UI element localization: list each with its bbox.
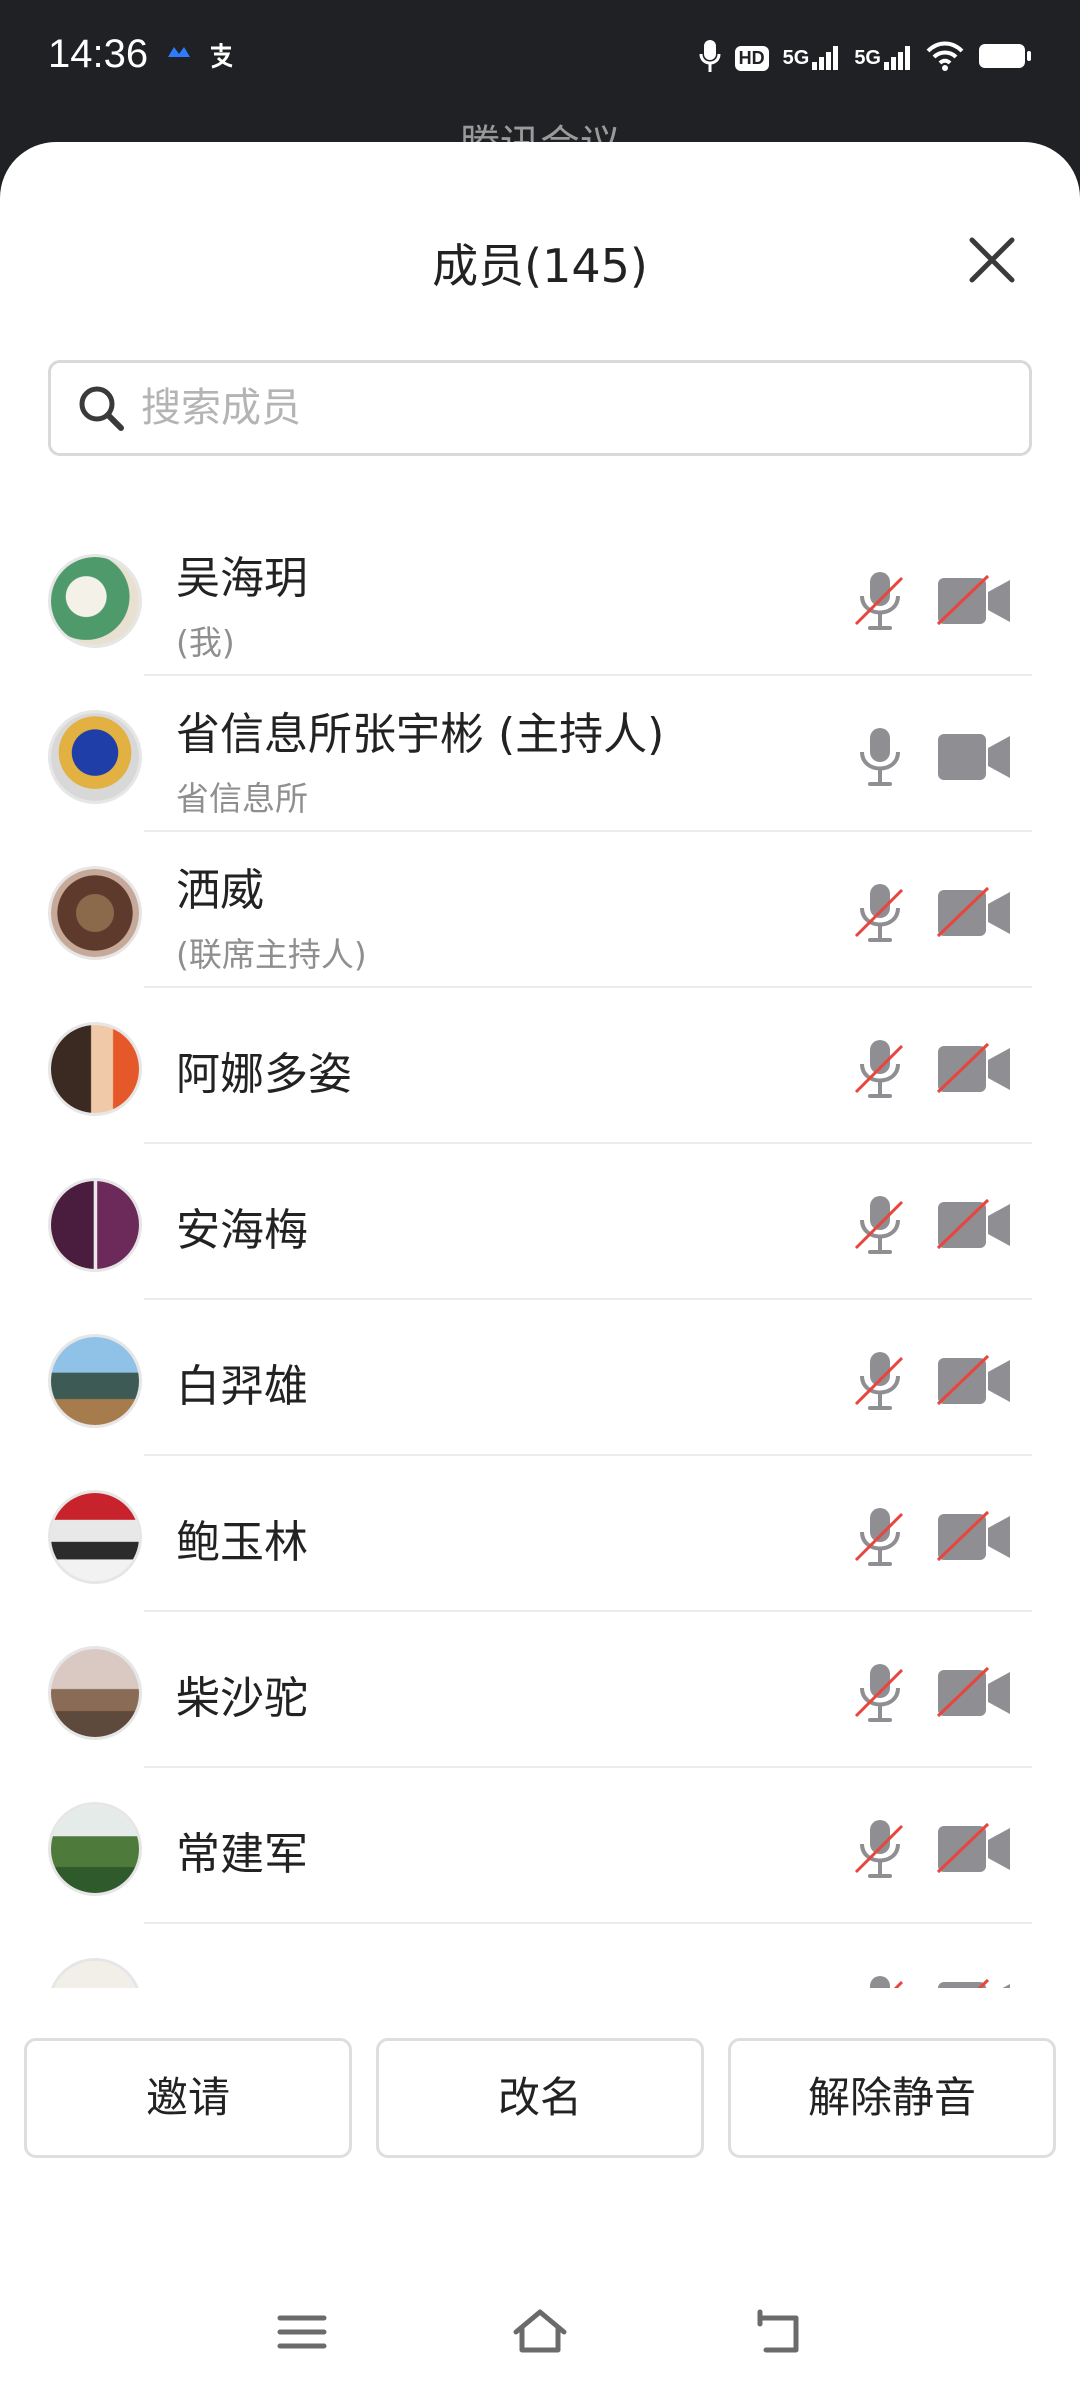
unmute-button[interactable]: 解除静音 bbox=[728, 2038, 1056, 2158]
avatar bbox=[48, 1646, 142, 1740]
5g-signal-icon: 5G bbox=[854, 46, 912, 70]
home-button[interactable] bbox=[508, 2302, 572, 2362]
mic-muted-icon[interactable] bbox=[852, 1348, 908, 1412]
member-name: 柴沙驼 bbox=[176, 1673, 308, 1724]
member-row[interactable]: 洒威 (联席主持人) bbox=[0, 832, 1080, 988]
camera-off-icon[interactable] bbox=[936, 1978, 1012, 1988]
wifi-icon bbox=[926, 41, 964, 75]
action-bar: 邀请 改名 解除静音 bbox=[0, 2038, 1080, 2158]
mic-muted-icon[interactable] bbox=[852, 568, 908, 632]
mic-muted-icon[interactable] bbox=[852, 880, 908, 944]
member-row[interactable]: 白羿雄 bbox=[0, 1300, 1080, 1456]
member-row[interactable]: 阿娜多姿 bbox=[0, 988, 1080, 1144]
camera-off-icon[interactable] bbox=[936, 1354, 1012, 1408]
camera-off-icon[interactable] bbox=[936, 1666, 1012, 1720]
member-row[interactable]: 常建军 bbox=[0, 1768, 1080, 1924]
invite-button[interactable]: 邀请 bbox=[24, 2038, 352, 2158]
camera-off-icon[interactable] bbox=[936, 886, 1012, 940]
hd-label: HD bbox=[734, 45, 769, 71]
search-box[interactable] bbox=[48, 360, 1032, 456]
sheet-title: 成员(145) bbox=[432, 239, 648, 293]
camera-off-icon[interactable] bbox=[936, 1822, 1012, 1876]
member-subtitle: 省信息所 bbox=[176, 779, 308, 818]
member-subtitle: (我) bbox=[176, 623, 235, 662]
system-nav-bar bbox=[0, 2280, 1080, 2400]
member-name: 阿娜多姿 bbox=[176, 1049, 352, 1100]
avatar bbox=[48, 866, 142, 960]
camera-off-icon[interactable] bbox=[936, 1198, 1012, 1252]
close-icon bbox=[969, 237, 1015, 283]
sim1-label: 5G bbox=[782, 47, 810, 69]
member-row[interactable]: 省信息所张宇彬 (主持人) 省信息所 bbox=[0, 676, 1080, 832]
member-name: 鲍玉林 bbox=[176, 1517, 308, 1568]
status-time: 14:36 bbox=[48, 32, 149, 76]
member-row[interactable]: 柴沙驼 bbox=[0, 1612, 1080, 1768]
rename-button[interactable]: 改名 bbox=[376, 2038, 704, 2158]
close-button[interactable] bbox=[962, 230, 1022, 290]
sim2-label: 5G bbox=[854, 47, 881, 69]
member-name: 常建军 bbox=[176, 1829, 308, 1880]
5g-signal-icon: 5G bbox=[783, 46, 841, 70]
member-name: 翠卫红 bbox=[176, 1974, 308, 1988]
member-row[interactable]: 安海梅 bbox=[0, 1144, 1080, 1300]
member-row[interactable]: 鲍玉林 bbox=[0, 1456, 1080, 1612]
avatar bbox=[48, 1490, 142, 1584]
member-name: 洒威 bbox=[176, 865, 264, 916]
mic-on-icon[interactable] bbox=[852, 724, 908, 788]
camera-on-icon[interactable] bbox=[936, 730, 1012, 784]
avatar bbox=[48, 554, 142, 648]
member-name: 吴海玥 bbox=[176, 553, 308, 604]
member-name: 安海梅 bbox=[176, 1205, 308, 1256]
avatar bbox=[48, 1178, 142, 1272]
member-row[interactable]: 吴海玥 (我) bbox=[0, 520, 1080, 676]
battery-icon bbox=[978, 42, 1032, 74]
mic-muted-icon[interactable] bbox=[852, 1816, 908, 1880]
mic-muted-icon[interactable] bbox=[852, 1660, 908, 1724]
mic-muted-icon[interactable] bbox=[852, 1192, 908, 1256]
app-notification-icon bbox=[166, 40, 192, 70]
mic-muted-icon[interactable] bbox=[852, 1036, 908, 1100]
member-name: 省信息所张宇彬 (主持人) bbox=[176, 709, 665, 760]
avatar bbox=[48, 710, 142, 804]
home-icon bbox=[513, 2309, 567, 2353]
alipay-icon bbox=[206, 40, 236, 77]
camera-off-icon[interactable] bbox=[936, 1510, 1012, 1564]
mic-muted-icon[interactable] bbox=[852, 1972, 908, 1988]
mic-muted-icon[interactable] bbox=[852, 1504, 908, 1568]
member-row[interactable]: 翠卫红 bbox=[0, 1924, 1080, 1988]
avatar bbox=[48, 1958, 142, 1988]
members-sheet: 成员(145) 吴海玥 (我) 省信息所张宇彬 (主持人) 省信息所 洒威 bbox=[0, 142, 1080, 2400]
menu-icon bbox=[277, 2315, 327, 2349]
menu-button[interactable] bbox=[270, 2302, 334, 2362]
search-icon bbox=[79, 386, 124, 431]
status-bar: 14:36 HD 5G 5G bbox=[0, 0, 1080, 120]
back-button[interactable] bbox=[748, 2302, 812, 2362]
avatar bbox=[48, 1334, 142, 1428]
avatar bbox=[48, 1802, 142, 1896]
microphone-active-icon bbox=[699, 39, 721, 77]
camera-off-icon[interactable] bbox=[936, 574, 1012, 628]
camera-off-icon[interactable] bbox=[936, 1042, 1012, 1096]
member-name: 白羿雄 bbox=[176, 1361, 308, 1412]
hd-icon: HD bbox=[734, 45, 769, 71]
avatar bbox=[48, 1022, 142, 1116]
member-list[interactable]: 吴海玥 (我) 省信息所张宇彬 (主持人) 省信息所 洒威 (联席主持人) 阿娜… bbox=[0, 520, 1080, 1988]
back-icon bbox=[757, 2309, 799, 2353]
member-subtitle: (联席主持人) bbox=[176, 935, 367, 974]
search-input[interactable] bbox=[141, 368, 1029, 448]
